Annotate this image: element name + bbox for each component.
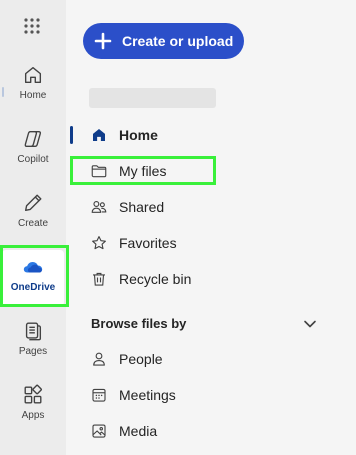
nav-item-shared[interactable]: Shared: [90, 193, 164, 221]
person-icon: [93, 352, 105, 366]
browse-label-media: Media: [119, 423, 158, 439]
people-icon: [91, 201, 107, 213]
apps-icon: [24, 384, 42, 404]
create-or-upload-label: Create or upload: [122, 33, 234, 49]
rail-label-home: Home: [19, 90, 47, 101]
nav-active-indicator: [70, 126, 73, 144]
app-rail: Home Copilot Create OneDrive Pages Apps: [0, 0, 66, 455]
nav-label-home: Home: [119, 127, 158, 143]
nav-label-my-files: My files: [119, 163, 167, 179]
browse-item-media[interactable]: Media: [90, 417, 157, 445]
rail-label-pages: Pages: [18, 346, 48, 357]
app-launcher-icon[interactable]: [23, 17, 41, 35]
rail-item-create[interactable]: Create: [2, 186, 64, 242]
pen-icon: [24, 194, 42, 212]
home-icon: [24, 66, 42, 84]
browse-item-people[interactable]: People: [90, 345, 163, 373]
folder-icon: [91, 165, 107, 178]
browse-label-meetings: Meetings: [119, 387, 176, 403]
copilot-icon: [24, 130, 42, 148]
browse-item-meetings[interactable]: Meetings: [90, 381, 176, 409]
account-name-redacted: [89, 88, 216, 108]
rail-label-onedrive: OneDrive: [10, 282, 56, 293]
home-icon: [93, 129, 105, 141]
rail-item-copilot[interactable]: Copilot: [2, 122, 64, 178]
rail-item-home[interactable]: Home: [2, 58, 64, 114]
nav-label-favorites: Favorites: [119, 235, 177, 251]
rail-item-onedrive[interactable]: OneDrive: [2, 250, 64, 306]
image-icon: [92, 424, 106, 438]
nav-label-shared: Shared: [119, 199, 165, 215]
onedrive-cloud-icon: [23, 261, 43, 273]
pages-icon: [25, 322, 42, 341]
nav-label-recycle-bin: Recycle bin: [119, 271, 192, 287]
nav-item-my-files[interactable]: My files: [90, 157, 166, 185]
browse-label-people: People: [119, 351, 163, 367]
star-icon: [92, 236, 106, 250]
create-or-upload-button[interactable]: Create or upload: [83, 23, 244, 59]
nav-item-home[interactable]: Home: [90, 121, 158, 149]
rail-label-create: Create: [17, 218, 48, 229]
chevron-down-icon[interactable]: [302, 316, 318, 332]
calendar-icon: [92, 388, 106, 402]
nav-item-recycle-bin[interactable]: Recycle bin: [90, 265, 191, 293]
rail-label-apps: Apps: [21, 410, 45, 421]
trash-icon: [93, 272, 105, 286]
nav-item-favorites[interactable]: Favorites: [90, 229, 177, 257]
rail-item-pages[interactable]: Pages: [2, 314, 64, 370]
rail-label-copilot: Copilot: [17, 154, 49, 165]
plus-icon: [94, 32, 112, 50]
browse-files-heading: Browse files by: [91, 316, 187, 331]
rail-item-apps[interactable]: Apps: [2, 378, 64, 434]
